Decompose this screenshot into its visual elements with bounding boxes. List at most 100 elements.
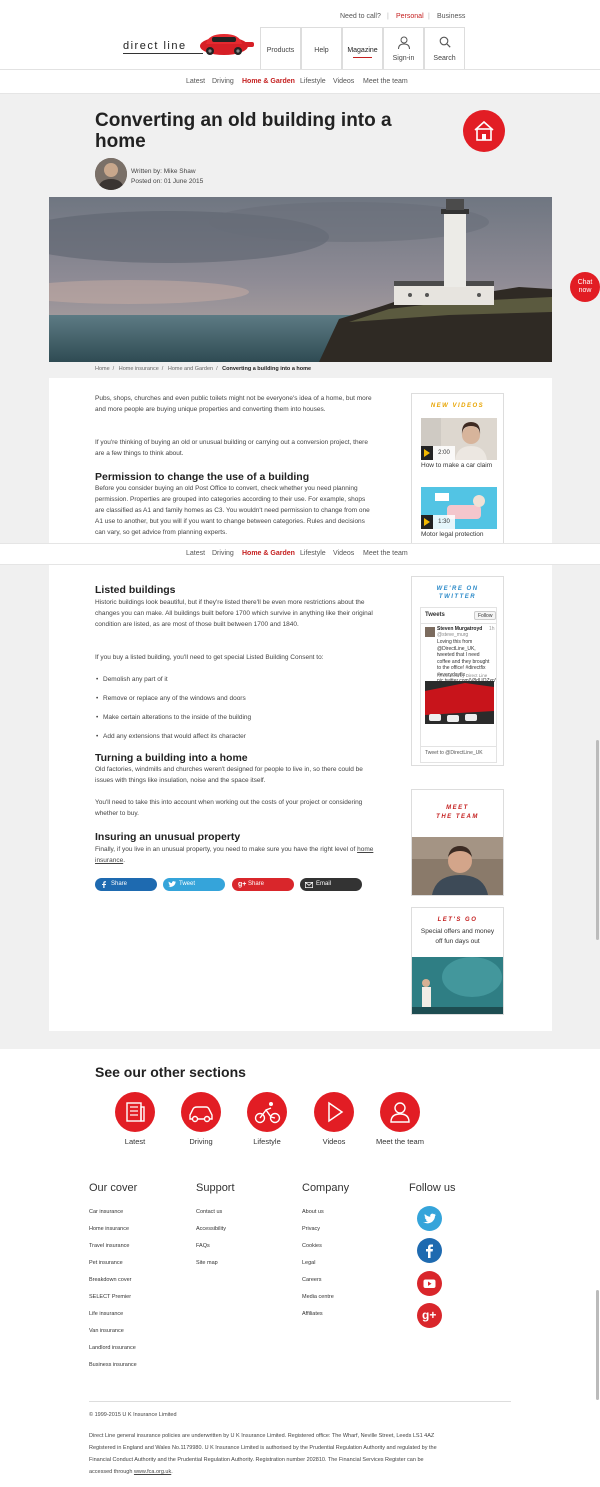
footer-link[interactable]: Van insurance (89, 1328, 124, 1334)
facebook-icon (426, 1244, 433, 1258)
footer-link[interactable]: Travel insurance (89, 1243, 129, 1249)
footer-link[interactable]: Car insurance (89, 1209, 123, 1215)
video-duration: 2:00 (433, 446, 455, 460)
email-share-button[interactable]: Email (300, 878, 362, 891)
footer-link[interactable]: Privacy (302, 1226, 320, 1232)
sticky-subnav-videos[interactable]: Videos (333, 550, 354, 557)
video-caption-car-claim[interactable]: How to make a car claim (421, 462, 492, 469)
footer-link[interactable]: Site map (196, 1260, 218, 1266)
video-caption-legal-protection[interactable]: Motor legal protection (421, 531, 484, 538)
section-driving-button[interactable] (181, 1092, 221, 1132)
footer-divider (89, 1401, 511, 1402)
video-thumbnail-legal-protection[interactable]: 1:30 (421, 487, 497, 529)
article-content-continued: Listed buildings Historic buildings look… (49, 565, 552, 1031)
facebook-share-button[interactable]: Share (95, 878, 157, 891)
footer-link[interactable]: SELECT Premier (89, 1294, 131, 1300)
need-to-call-link[interactable]: Need to call? (340, 13, 381, 20)
googleplus-share-button[interactable]: g+ Share (232, 878, 294, 891)
red-phone-logo-icon[interactable] (198, 28, 256, 56)
youtube-icon (423, 1279, 436, 1288)
footer-link[interactable]: Pet insurance (89, 1260, 123, 1266)
subnav-driving[interactable]: Driving (212, 78, 234, 85)
section-videos-label[interactable]: Videos (299, 1137, 369, 1146)
googleplus-social-button[interactable]: g+ (417, 1303, 442, 1328)
business-link[interactable]: Business (437, 13, 465, 20)
section-latest-button[interactable] (115, 1092, 155, 1132)
personal-link[interactable]: Personal (396, 13, 424, 20)
nav-help[interactable]: Help (301, 27, 342, 69)
play-button[interactable] (421, 515, 433, 529)
video-thumbnail-car-claim[interactable]: 2:00 (421, 418, 497, 460)
section-lifestyle-button[interactable] (247, 1092, 287, 1132)
twitter-social-button[interactable] (417, 1206, 442, 1231)
follow-button[interactable]: Follow (474, 611, 496, 620)
lets-go-widget[interactable]: LET'S GO Special offers and money off fu… (411, 907, 504, 1015)
heading-insuring: Insuring an unusual property (95, 831, 241, 843)
twitter-tweet-button[interactable]: Tweet (163, 878, 225, 891)
active-underline (353, 57, 372, 58)
play-button[interactable] (421, 446, 433, 460)
footer-link[interactable]: Business insurance (89, 1362, 137, 1368)
breadcrumb-current: Converting a building into a home (222, 366, 312, 372)
section-meet-the-team-button[interactable] (380, 1092, 420, 1132)
meet-the-team-widget[interactable]: MEET THE TEAM (411, 789, 504, 896)
logo-text[interactable]: direct line (123, 40, 187, 52)
sticky-subnav-meet-the-team[interactable]: Meet the team (363, 550, 408, 557)
footer-link[interactable]: Breakdown cover (89, 1277, 132, 1283)
footer-link[interactable]: Accessibility (196, 1226, 226, 1232)
nav-magazine[interactable]: Magazine (342, 27, 383, 69)
nav-sign-in[interactable]: Sign-in (383, 27, 424, 69)
section-videos-button[interactable] (314, 1092, 354, 1132)
footer-link[interactable]: Landlord insurance (89, 1345, 136, 1351)
sticky-subnav-home-garden[interactable]: Home & Garden (242, 550, 295, 557)
subnav-lifestyle[interactable]: Lifestyle (300, 78, 326, 85)
sticky-subnav-driving[interactable]: Driving (212, 550, 234, 557)
footer-link[interactable]: FAQs (196, 1243, 210, 1249)
scrollbar-thumb[interactable] (596, 740, 599, 940)
subnav-meet-the-team[interactable]: Meet the team (363, 78, 408, 85)
sticky-subnav-latest[interactable]: Latest (186, 550, 205, 557)
chat-now-button[interactable]: Chat now (570, 272, 600, 302)
scrollbar-thumb[interactable] (596, 1290, 599, 1400)
subnav-home-garden[interactable]: Home & Garden (242, 78, 295, 85)
footer-link[interactable]: Contact us (196, 1209, 222, 1215)
footer-link[interactable]: Home insurance (89, 1226, 129, 1232)
footer-link[interactable]: Affiliates (302, 1311, 323, 1317)
tweet-to-link[interactable]: Tweet to @DirectLine_UK (425, 750, 483, 756)
section-lifestyle-label[interactable]: Lifestyle (232, 1137, 302, 1146)
tweet-avatar[interactable] (425, 627, 435, 637)
sticky-subnav-lifestyle[interactable]: Lifestyle (300, 550, 326, 557)
footer-link[interactable]: Media centre (302, 1294, 334, 1300)
meet-title: MEET (446, 805, 469, 811)
nav-products[interactable]: Products (260, 27, 301, 69)
subnav-latest[interactable]: Latest (186, 78, 205, 85)
breadcrumb-home-insurance[interactable]: Home insurance (119, 366, 159, 372)
facebook-social-button[interactable] (417, 1238, 442, 1263)
footer-link[interactable]: Life insurance (89, 1311, 123, 1317)
search-icon (439, 36, 451, 48)
envelope-icon (305, 882, 313, 888)
legal-line: Financial Conduct Authority and the Prud… (89, 1457, 424, 1463)
breadcrumb: Home / Home insurance / Home and Garden / C… (95, 366, 312, 372)
breadcrumb-home[interactable]: Home (95, 366, 110, 372)
section-meet-the-team-label[interactable]: Meet the team (365, 1137, 435, 1146)
insuring-paragraph: Finally, if you live in an unusual prope… (95, 846, 374, 864)
section-driving-label[interactable]: Driving (166, 1137, 236, 1146)
twitter-tweet-label: Tweet (179, 881, 196, 887)
footer-link[interactable]: Legal (302, 1260, 315, 1266)
nav-search[interactable]: Search (424, 27, 465, 69)
section-latest-label[interactable]: Latest (100, 1137, 170, 1146)
author-avatar (95, 158, 127, 190)
footer-link[interactable]: About us (302, 1209, 324, 1215)
tweet-photo[interactable] (425, 681, 494, 724)
turning-paragraph-2: You'll need to take this into account wh… (95, 799, 363, 817)
footer-link[interactable]: Careers (302, 1277, 322, 1283)
lets-go-title: LET'S GO (437, 917, 478, 923)
youtube-social-button[interactable] (417, 1271, 442, 1296)
subnav-videos[interactable]: Videos (333, 78, 354, 85)
sections-title: See our other sections (95, 1064, 246, 1080)
turning-paragraph: Old factories, windmills and churches we… (95, 766, 363, 784)
breadcrumb-home-garden[interactable]: Home and Garden (168, 366, 213, 372)
footer-link[interactable]: Cookies (302, 1243, 322, 1249)
fca-link[interactable]: www.fca.org.uk (134, 1469, 171, 1475)
